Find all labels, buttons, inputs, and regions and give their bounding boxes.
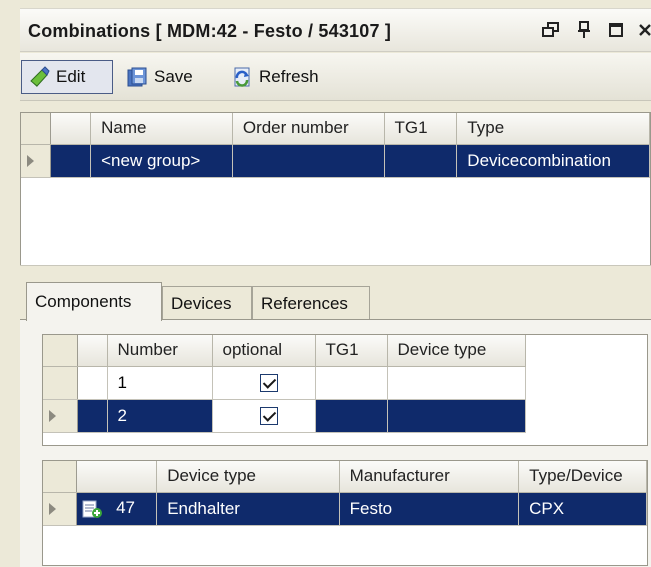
components-table: Number optional TG1 Device type 1 2 bbox=[43, 335, 526, 433]
cell-device-type[interactable] bbox=[387, 366, 526, 400]
pin-icon[interactable] bbox=[573, 19, 595, 41]
device-id: 47 bbox=[116, 498, 135, 518]
row-selector[interactable] bbox=[21, 144, 52, 178]
column-header-device-type[interactable]: Device type bbox=[156, 461, 340, 493]
row-pointer-icon bbox=[49, 502, 56, 515]
cell-optional[interactable] bbox=[212, 366, 316, 400]
tab-components[interactable]: Components bbox=[26, 282, 162, 321]
column-header-number[interactable]: Number bbox=[107, 335, 213, 367]
edit-icon bbox=[28, 66, 50, 88]
cell-order-number[interactable] bbox=[232, 144, 385, 178]
cell-optional[interactable] bbox=[212, 399, 316, 433]
cell-manufacturer[interactable]: Festo bbox=[339, 492, 520, 526]
devices-grid: Device type Manufacturer Type/Device 47 bbox=[42, 460, 648, 566]
corner-cell bbox=[21, 113, 52, 145]
column-header-type[interactable]: Type bbox=[456, 113, 650, 145]
devices-table: Device type Manufacturer Type/Device 47 bbox=[43, 461, 647, 526]
column-header-tg1[interactable]: TG1 bbox=[384, 113, 458, 145]
refresh-label: Refresh bbox=[259, 67, 319, 86]
close-icon[interactable] bbox=[634, 19, 651, 41]
table-row[interactable]: 1 bbox=[43, 366, 526, 400]
tab-components-label: Components bbox=[35, 292, 132, 311]
cell-device-type[interactable]: Endhalter bbox=[156, 492, 340, 526]
row-selector[interactable] bbox=[43, 399, 78, 433]
indicator-header bbox=[77, 335, 108, 367]
tab-references[interactable]: References bbox=[252, 286, 370, 320]
column-header-id[interactable] bbox=[76, 461, 158, 493]
optional-checkbox[interactable] bbox=[259, 407, 278, 426]
column-header-order-number[interactable]: Order number bbox=[232, 113, 385, 145]
tab-panel-components: Number optional TG1 Device type 1 2 Devi… bbox=[20, 319, 651, 567]
row-selector[interactable] bbox=[43, 366, 78, 400]
save-icon bbox=[126, 66, 148, 88]
device-add-icon bbox=[81, 499, 103, 519]
cell-tg1[interactable] bbox=[384, 144, 458, 178]
cell-device-type[interactable] bbox=[387, 399, 526, 433]
tab-devices[interactable]: Devices bbox=[162, 286, 252, 320]
tab-bar: Components Devices References bbox=[20, 280, 651, 321]
cell-number[interactable]: 1 bbox=[107, 366, 213, 400]
cell-type[interactable]: Devicecombination bbox=[456, 144, 650, 178]
row-pointer-icon bbox=[49, 409, 56, 422]
column-header-name[interactable]: Name bbox=[90, 113, 233, 145]
splitter[interactable] bbox=[20, 265, 651, 273]
title-bar[interactable]: Combinations [ MDM:42 - Festo / 543107 ] bbox=[20, 8, 651, 52]
column-header-device-type[interactable]: Device type bbox=[387, 335, 526, 367]
indicator-header bbox=[50, 113, 92, 145]
row-indicator bbox=[77, 366, 108, 400]
cell-name[interactable]: <new group> bbox=[90, 144, 233, 178]
column-header-manufacturer[interactable]: Manufacturer bbox=[339, 461, 520, 493]
components-grid: Number optional TG1 Device type 1 2 bbox=[42, 334, 648, 446]
window-title: Combinations [ MDM:42 - Festo / 543107 ] bbox=[28, 21, 392, 41]
cell-number[interactable]: 2 bbox=[107, 399, 213, 433]
refresh-button[interactable]: Refresh bbox=[225, 60, 325, 94]
tab-devices-label: Devices bbox=[171, 293, 232, 313]
groups-table: Name Order number TG1 Type <new group> D… bbox=[21, 113, 650, 178]
column-header-type-device[interactable]: Type/Device bbox=[518, 461, 647, 493]
corner-cell bbox=[43, 335, 78, 367]
maximize-icon[interactable] bbox=[605, 19, 627, 41]
toolbar: Edit Save Refresh bbox=[20, 53, 651, 101]
corner-cell bbox=[43, 461, 78, 493]
row-indicator bbox=[50, 144, 92, 178]
cell-tg1[interactable] bbox=[315, 366, 388, 400]
save-label: Save bbox=[154, 67, 193, 86]
cell-tg1[interactable] bbox=[315, 399, 388, 433]
tab-references-label: References bbox=[261, 293, 348, 313]
cell-id[interactable]: 47 bbox=[76, 492, 158, 526]
edit-label: Edit bbox=[56, 67, 86, 86]
combinations-window: Combinations [ MDM:42 - Festo / 543107 ]… bbox=[0, 0, 651, 567]
column-header-tg1[interactable]: TG1 bbox=[315, 335, 388, 367]
table-row[interactable]: 2 bbox=[43, 399, 526, 433]
row-pointer-icon bbox=[27, 154, 34, 167]
edit-button[interactable]: Edit bbox=[21, 60, 113, 94]
restore-icon[interactable] bbox=[540, 19, 562, 41]
save-button[interactable]: Save bbox=[120, 60, 199, 94]
table-row[interactable]: 47 Endhalter Festo CPX bbox=[43, 492, 647, 526]
cell-type-device[interactable]: CPX bbox=[518, 492, 647, 526]
table-row[interactable]: <new group> Devicecombination bbox=[21, 144, 650, 178]
row-indicator bbox=[77, 399, 108, 433]
optional-checkbox[interactable] bbox=[259, 374, 278, 393]
refresh-icon bbox=[231, 66, 253, 88]
row-selector[interactable] bbox=[43, 492, 78, 526]
groups-grid: Name Order number TG1 Type <new group> D… bbox=[20, 112, 651, 266]
column-header-optional[interactable]: optional bbox=[212, 335, 316, 367]
